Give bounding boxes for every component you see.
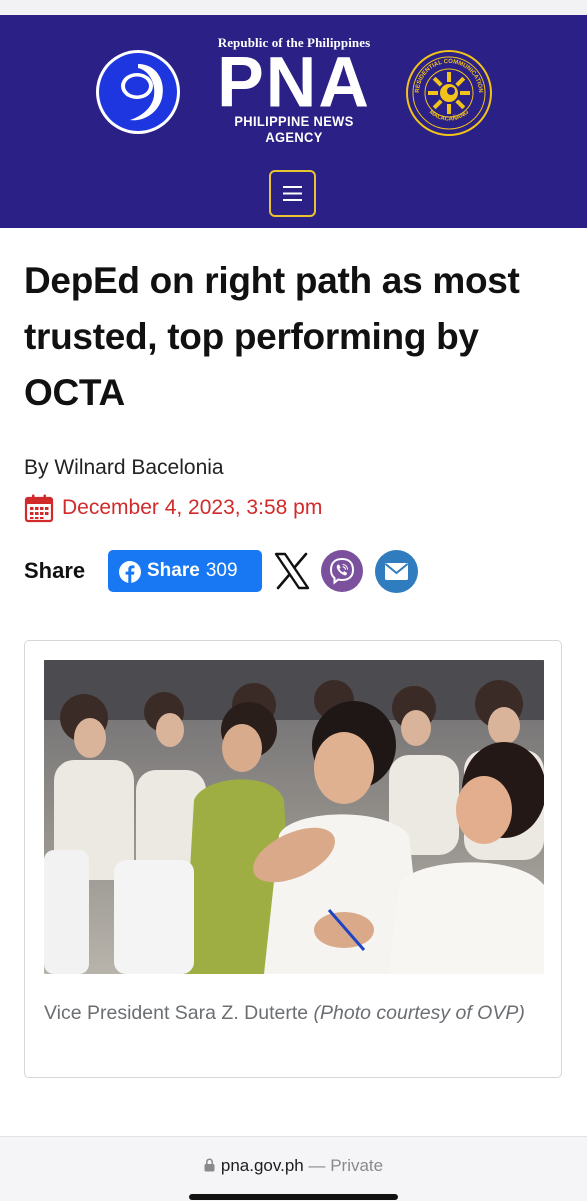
article-photo[interactable] bbox=[44, 660, 544, 974]
photo-illustration bbox=[44, 660, 544, 974]
facebook-share-count: 309 bbox=[205, 560, 238, 581]
x-icon[interactable] bbox=[274, 552, 310, 590]
status-strip bbox=[0, 0, 587, 15]
pna-globe-logo[interactable] bbox=[96, 50, 180, 134]
caption-credit: (Photo courtesy of OVP) bbox=[313, 1002, 525, 1024]
share-label: Share bbox=[24, 558, 86, 583]
caption-text: Vice President Sara Z. Duterte bbox=[44, 1002, 314, 1024]
menu-button[interactable] bbox=[269, 170, 316, 217]
url-text: pna.gov.ph bbox=[220, 1156, 304, 1175]
agency-name: PHILIPPINE NEWS AGENCY bbox=[234, 113, 354, 145]
share-bar: Share Share 309 bbox=[24, 549, 444, 593]
address-bar[interactable]: pna.gov.ph — Private bbox=[0, 1156, 587, 1176]
pna-wordmark: PNA bbox=[217, 42, 371, 122]
photo-caption: Vice President Sara Z. Duterte (Photo co… bbox=[44, 999, 544, 1028]
date-text: December 4, 2023, 3:58 pm bbox=[62, 496, 323, 519]
facebook-share-button[interactable]: Share 309 bbox=[108, 550, 262, 592]
article-photo-card: Vice President Sara Z. Duterte (Photo co… bbox=[24, 640, 562, 1078]
viber-icon[interactable] bbox=[321, 550, 363, 592]
private-mode-label: Private bbox=[330, 1156, 384, 1175]
pcoo-seal-icon: PRESIDENTIAL COMMUNICATIONS MALACAÑANG bbox=[406, 50, 492, 136]
lock-icon bbox=[204, 1158, 215, 1172]
article-date: December 4, 2023, 3:58 pm bbox=[24, 493, 322, 523]
facebook-share-label: Share bbox=[147, 560, 200, 581]
site-header: Republic of the Philippines PNA PHILIPPI… bbox=[0, 15, 587, 228]
article-byline: By Wilnard Bacelonia bbox=[24, 456, 224, 479]
pna-brand[interactable]: Republic of the Philippines PNA PHILIPPI… bbox=[206, 35, 382, 145]
article-title: DepEd on right path as most trusted, top… bbox=[24, 260, 520, 413]
facebook-icon bbox=[119, 561, 141, 583]
mail-icon[interactable] bbox=[375, 550, 418, 593]
calendar-icon bbox=[24, 494, 54, 523]
hamburger-icon bbox=[283, 186, 302, 201]
home-indicator bbox=[189, 1194, 398, 1200]
url-separator: — bbox=[303, 1156, 331, 1175]
